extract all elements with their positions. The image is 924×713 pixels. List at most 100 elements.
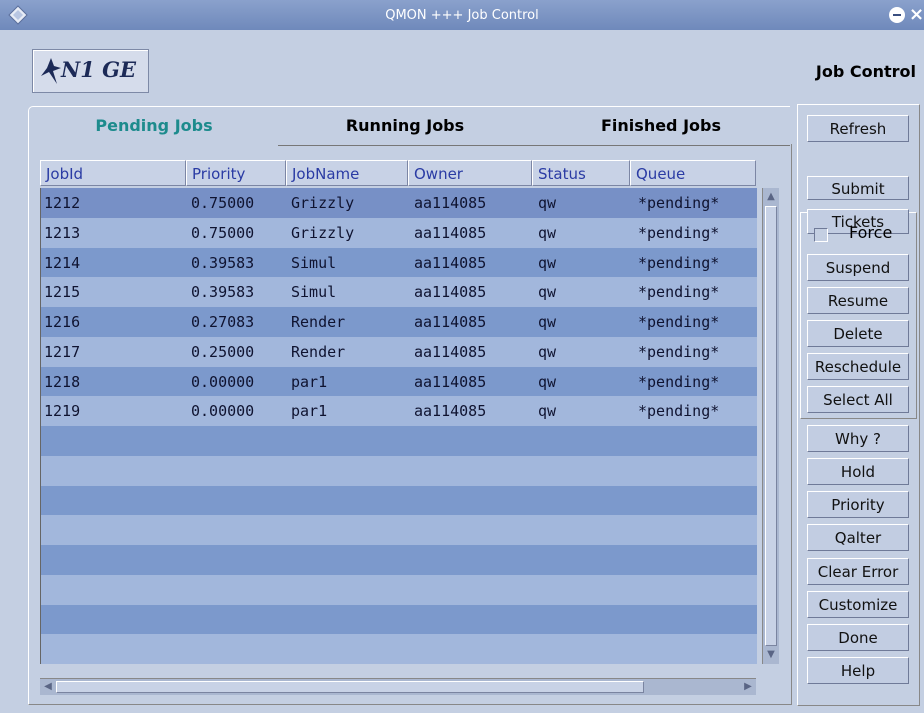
cell-queue: *pending*: [638, 223, 720, 242]
cell-status: qw: [538, 223, 557, 242]
cell-priority: 0.39583: [191, 253, 255, 272]
jobs-table[interactable]: 1212 0.75000 Grizzly aa114085 qw *pendin…: [40, 188, 757, 664]
scroll-left-icon[interactable]: ◀: [41, 680, 55, 694]
force-checkbox[interactable]: Force: [807, 221, 909, 247]
cell-owner: aa114085: [414, 223, 487, 242]
cell-jobname: par1: [291, 402, 328, 421]
empty-row: [41, 634, 757, 664]
cell-owner: aa114085: [414, 283, 487, 302]
cell-owner: aa114085: [414, 313, 487, 331]
table-row[interactable]: 1214 0.39583 Simul aa114085 qw *pending*: [41, 247, 757, 278]
cell-jobname: Grizzly: [291, 194, 355, 212]
cell-jobid: 1215: [44, 283, 81, 302]
force-label: Force: [849, 223, 893, 242]
cell-jobid: 1216: [44, 313, 81, 331]
cell-queue: *pending*: [638, 253, 720, 272]
cell-jobid: 1219: [44, 402, 81, 421]
empty-row: [41, 604, 757, 635]
table-row[interactable]: 1213 0.75000 Grizzly aa114085 qw *pendin…: [41, 217, 757, 248]
horizontal-scrollbar[interactable]: ◀ ▶: [40, 678, 756, 695]
tab-running-jobs[interactable]: Running Jobs: [278, 106, 533, 146]
cell-priority: 0.75000: [191, 194, 255, 212]
reschedule-button[interactable]: Reschedule: [807, 353, 909, 380]
scroll-up-icon[interactable]: ▲: [765, 190, 777, 204]
column-header-queue[interactable]: Queue: [630, 160, 756, 186]
empty-row: [41, 426, 757, 456]
tab-pending-jobs[interactable]: Pending Jobs: [28, 106, 280, 145]
cell-queue: *pending*: [638, 372, 720, 391]
cell-status: qw: [538, 402, 557, 421]
cell-priority: 0.27083: [191, 313, 255, 331]
cell-jobid: 1217: [44, 342, 81, 361]
close-icon[interactable]: ×: [909, 4, 924, 26]
qalter-button[interactable]: Qalter: [807, 524, 909, 551]
column-header-priority[interactable]: Priority: [186, 160, 286, 186]
scroll-down-icon[interactable]: ▼: [765, 648, 777, 662]
cell-status: qw: [538, 283, 557, 302]
cell-jobid: 1218: [44, 372, 81, 391]
select-all-button[interactable]: Select All: [807, 386, 909, 413]
cell-queue: *pending*: [638, 194, 720, 212]
done-button[interactable]: Done: [807, 624, 909, 651]
empty-row: [41, 455, 757, 486]
refresh-button[interactable]: Refresh: [807, 115, 909, 142]
column-header-status[interactable]: Status: [532, 160, 630, 186]
empty-row: [41, 574, 757, 605]
empty-row: [41, 515, 757, 545]
cell-owner: aa114085: [414, 342, 487, 361]
hold-button[interactable]: Hold: [807, 458, 909, 485]
vertical-scroll-thumb[interactable]: [765, 206, 777, 646]
page-title: Job Control: [815, 62, 916, 81]
column-header-jobid[interactable]: JobId: [40, 160, 186, 186]
cell-status: qw: [538, 313, 557, 331]
empty-row: [41, 545, 757, 575]
cell-queue: *pending*: [638, 313, 720, 331]
cell-owner: aa114085: [414, 194, 487, 212]
column-header-owner[interactable]: Owner: [408, 160, 532, 186]
table-row[interactable]: 1218 0.00000 par1 aa114085 qw *pending*: [41, 366, 757, 397]
cell-status: qw: [538, 253, 557, 272]
cell-jobid: 1212: [44, 194, 81, 212]
vertical-scrollbar[interactable]: ▲ ▼: [762, 188, 779, 664]
table-row[interactable]: 1217 0.25000 Render aa114085 qw *pending…: [41, 336, 757, 367]
title-bar[interactable]: QMON +++ Job Control ×: [0, 0, 924, 30]
table-row[interactable]: 1216 0.27083 Render aa114085 qw *pending…: [41, 307, 757, 337]
horizontal-scroll-thumb[interactable]: [56, 681, 644, 693]
window-title: QMON +++ Job Control: [385, 8, 539, 23]
cell-jobid: 1213: [44, 223, 81, 242]
tab-finished-jobs[interactable]: Finished Jobs: [532, 106, 790, 146]
cell-jobid: 1214: [44, 253, 81, 272]
logo-text: N1 GE: [61, 57, 137, 82]
cell-queue: *pending*: [638, 402, 720, 421]
suspend-button[interactable]: Suspend: [807, 254, 909, 281]
table-row[interactable]: 1212 0.75000 Grizzly aa114085 qw *pendin…: [41, 188, 757, 218]
priority-button[interactable]: Priority: [807, 491, 909, 518]
why-button[interactable]: Why ?: [807, 425, 909, 452]
cell-priority: 0.25000: [191, 342, 255, 361]
table-row[interactable]: 1215 0.39583 Simul aa114085 qw *pending*: [41, 277, 757, 307]
force-checkbox-box[interactable]: [814, 228, 828, 242]
column-header-jobname[interactable]: JobName: [286, 160, 408, 186]
resume-button[interactable]: Resume: [807, 287, 909, 314]
cell-priority: 0.75000: [191, 223, 255, 242]
table-row[interactable]: 1219 0.00000 par1 aa114085 qw *pending*: [41, 396, 757, 426]
clear-error-button[interactable]: Clear Error: [807, 558, 909, 585]
cell-owner: aa114085: [414, 402, 487, 421]
cell-queue: *pending*: [638, 342, 720, 361]
delete-button[interactable]: Delete: [807, 320, 909, 347]
cell-status: qw: [538, 372, 557, 391]
cell-queue: *pending*: [638, 283, 720, 302]
scroll-right-icon[interactable]: ▶: [741, 680, 755, 694]
cell-jobname: par1: [291, 372, 328, 391]
cell-priority: 0.00000: [191, 372, 255, 391]
minimize-icon[interactable]: [889, 7, 905, 23]
logo-bird-icon: [41, 58, 61, 84]
help-button[interactable]: Help: [807, 657, 909, 684]
cell-status: qw: [538, 342, 557, 361]
customize-button[interactable]: Customize: [807, 591, 909, 618]
cell-owner: aa114085: [414, 253, 487, 272]
submit-button[interactable]: Submit: [807, 176, 909, 200]
cell-priority: 0.39583: [191, 283, 255, 302]
cell-jobname: Render: [291, 313, 346, 331]
cell-status: qw: [538, 194, 557, 212]
